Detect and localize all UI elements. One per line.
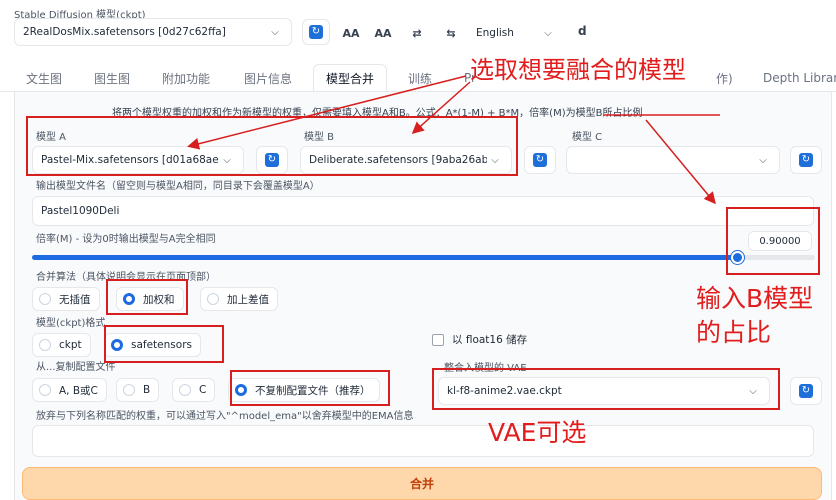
arrow-to-multiplier (645, 119, 716, 205)
annotation-ratio-line1: 输入B模型 (696, 284, 814, 313)
arrow-to-model-a (187, 75, 467, 150)
arrow-to-model-b (411, 81, 471, 134)
annotation-ratio-line2: 的占比 (696, 318, 772, 347)
annotation-arrows (187, 75, 720, 205)
annotation-vae-optional: VAE可选 (488, 418, 587, 447)
annotation-select-models: 选取想要融合的模型 (470, 56, 686, 84)
